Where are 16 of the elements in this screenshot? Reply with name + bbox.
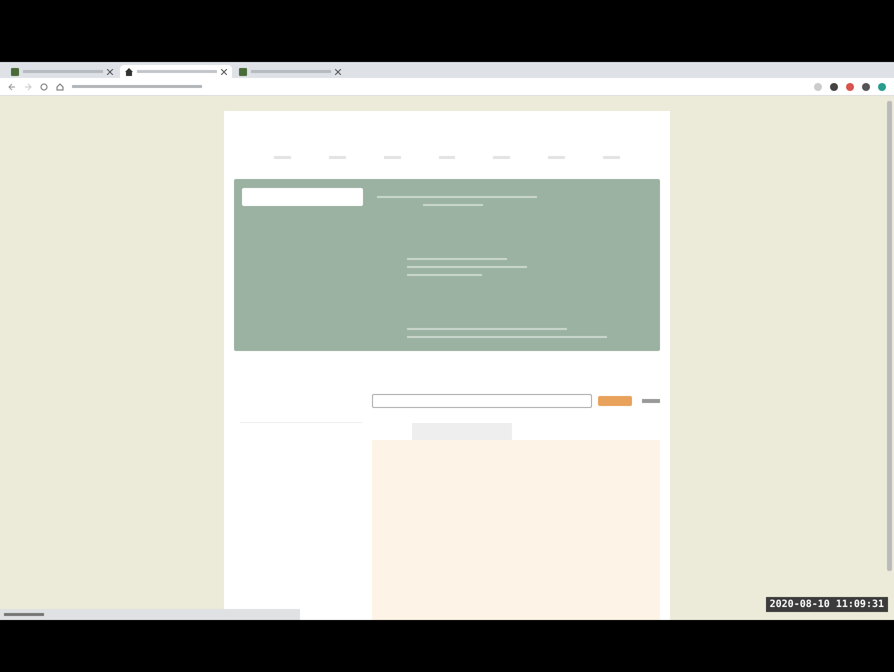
close-icon[interactable]	[335, 68, 341, 74]
favicon-icon	[11, 68, 19, 76]
home-icon[interactable]	[56, 82, 64, 90]
search-field[interactable]	[372, 394, 592, 408]
home-icon	[125, 68, 133, 76]
browser-tab[interactable]	[120, 65, 232, 78]
video-timestamp: 2020-08-10 11:09:31	[766, 597, 888, 612]
address-field[interactable]	[72, 85, 202, 88]
favicon-icon	[239, 68, 247, 76]
close-icon[interactable]	[107, 68, 113, 74]
close-icon[interactable]	[221, 68, 227, 74]
profile-avatar[interactable]	[878, 82, 886, 90]
scrollbar[interactable]	[887, 101, 892, 571]
forward-icon[interactable]	[24, 82, 32, 90]
back-icon[interactable]	[8, 82, 16, 90]
reload-icon[interactable]	[40, 82, 48, 90]
